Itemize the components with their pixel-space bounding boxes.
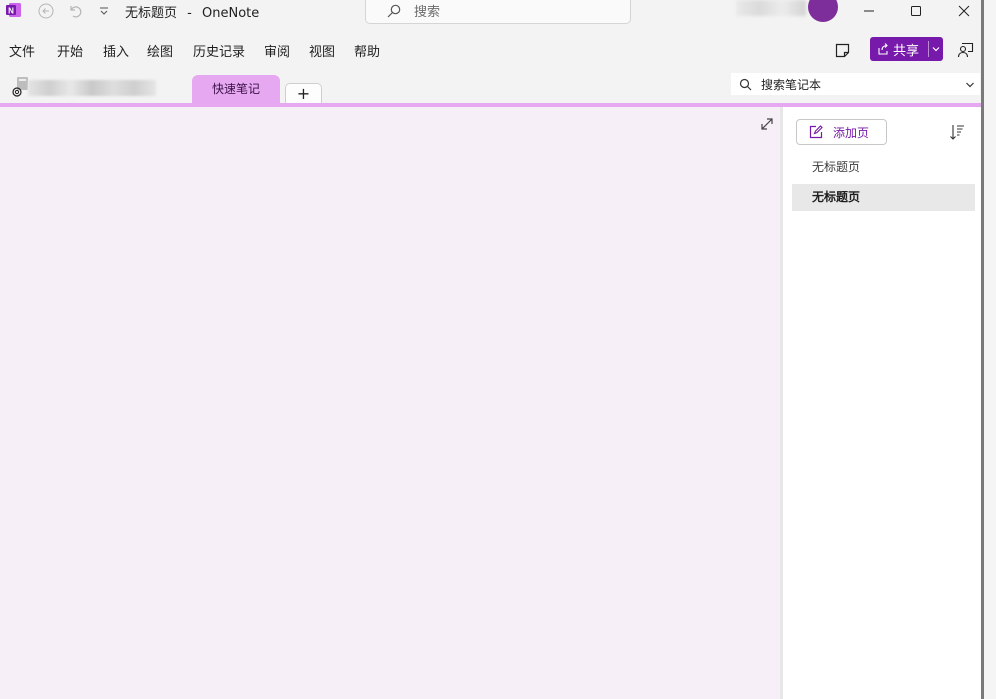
avatar[interactable]: [808, 0, 838, 22]
account-name[interactable]: [736, 0, 806, 16]
ribbon-menu: 文件 开始 插入 绘图 历史记录 审阅 视图 帮助: [0, 34, 984, 66]
minimize-icon[interactable]: [846, 0, 892, 22]
add-page-button[interactable]: 添加页: [796, 119, 887, 145]
expand-icon[interactable]: [759, 116, 775, 132]
document-title: 无标题页: [125, 6, 178, 21]
add-section-button[interactable]: +: [285, 83, 322, 104]
menu-draw[interactable]: 绘图: [147, 41, 173, 60]
app-name: OneNote: [202, 6, 260, 21]
customize-qat-icon[interactable]: [95, 2, 113, 20]
menu-review[interactable]: 审阅: [264, 41, 290, 60]
search-box[interactable]: 搜索: [365, 0, 631, 24]
share-icon: [878, 43, 888, 55]
add-page-icon: [809, 125, 823, 139]
menu-history[interactable]: 历史记录: [193, 41, 245, 60]
page-list-item[interactable]: 无标题页: [792, 154, 975, 181]
back-icon[interactable]: [37, 2, 55, 20]
share-divider: [928, 41, 929, 57]
sticky-note-icon[interactable]: [834, 42, 851, 59]
chevron-down-icon[interactable]: [931, 44, 941, 54]
add-page-label: 添加页: [833, 126, 870, 140]
search-icon: [387, 4, 401, 18]
menu-view[interactable]: 视图: [309, 41, 335, 60]
menu-file[interactable]: 文件: [9, 41, 35, 60]
search-placeholder: 搜索: [414, 5, 441, 20]
feedback-icon[interactable]: [957, 41, 975, 59]
menu-home[interactable]: 开始: [57, 41, 83, 60]
maximize-icon[interactable]: [893, 0, 939, 22]
sort-icon[interactable]: [948, 123, 966, 141]
tab-quick-notes[interactable]: 快速笔记: [192, 75, 280, 104]
share-label: 共享: [893, 44, 920, 59]
page-list-item-selected[interactable]: 无标题页: [792, 184, 975, 211]
background-window-edge: [981, 0, 996, 699]
chevron-down-icon[interactable]: [965, 80, 975, 90]
share-button[interactable]: 共享: [870, 37, 943, 61]
plus-icon: +: [296, 84, 311, 103]
notebook-search-placeholder: 搜索笔记本: [761, 78, 822, 92]
notebook-search-input[interactable]: 搜索笔记本: [731, 73, 980, 95]
undo-icon[interactable]: [66, 2, 84, 20]
title-separator: -: [187, 6, 192, 21]
menu-insert[interactable]: 插入: [103, 41, 129, 60]
page-canvas[interactable]: [0, 107, 780, 699]
title-bar: N 无标题页 - OneNote 搜索: [0, 0, 984, 34]
search-icon: [739, 78, 752, 91]
menu-help[interactable]: 帮助: [354, 41, 380, 60]
svg-text:N: N: [8, 7, 14, 16]
window-title: 无标题页 - OneNote: [125, 2, 259, 21]
notebook-name[interactable]: [28, 80, 156, 96]
onenote-logo-icon: N: [6, 3, 21, 17]
